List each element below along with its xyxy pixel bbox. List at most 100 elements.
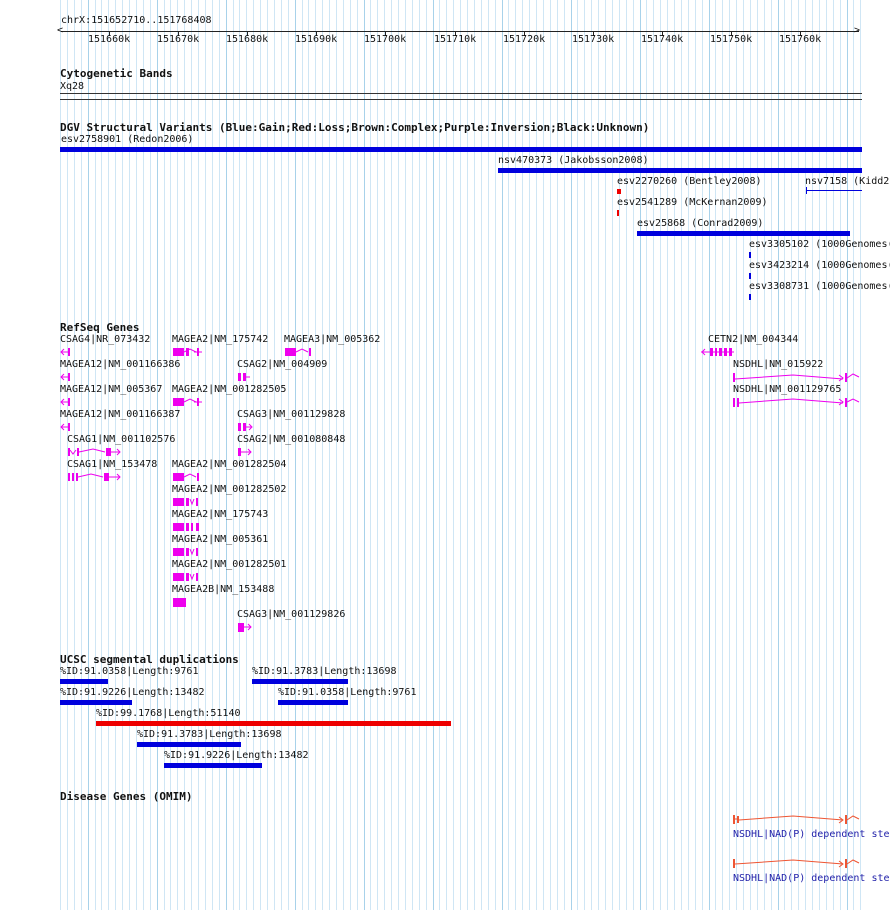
gridline: [419, 0, 420, 910]
dgv-variant-bar[interactable]: [498, 168, 862, 173]
ruler-tick-label: 151760k: [779, 34, 822, 45]
gridline: [226, 0, 227, 910]
gene-model[interactable]: [172, 496, 206, 508]
gene-label: MAGEA3|NM_005362: [284, 334, 381, 345]
gridline: [322, 0, 323, 910]
dgv-variant-bar[interactable]: [617, 210, 619, 216]
gridline: [495, 0, 496, 910]
gridline: [743, 0, 744, 910]
gridline: [826, 0, 827, 910]
gridline: [288, 0, 289, 910]
gene-label: CSAG1|NM_153478: [67, 459, 158, 470]
gene-model[interactable]: [237, 621, 255, 633]
gridline: [598, 0, 599, 910]
gene-model[interactable]: [172, 396, 206, 408]
gene-model[interactable]: [237, 421, 255, 433]
gridline: [502, 0, 503, 910]
gridline: [433, 0, 434, 910]
gene-model[interactable]: [60, 346, 74, 358]
gridline: [564, 0, 565, 910]
omim-track-title: Disease Genes (OMIM): [60, 790, 193, 803]
segdup-bar[interactable]: [60, 679, 108, 684]
dgv-variant-bar[interactable]: [60, 147, 862, 152]
dgv-variant-bar[interactable]: [637, 231, 850, 236]
gridline: [315, 0, 316, 910]
gene-model[interactable]: [172, 596, 188, 608]
gene-model[interactable]: [67, 471, 125, 483]
segdup-item-label: %ID:99.1768|Length:51140: [96, 708, 241, 719]
omim-gene-model[interactable]: [733, 813, 863, 825]
gridline: [819, 0, 820, 910]
gene-model[interactable]: [172, 571, 206, 583]
segdup-track-title: UCSC segmental duplications: [60, 653, 239, 666]
gridline: [543, 0, 544, 910]
ruler-tick-label: 151690k: [295, 34, 338, 45]
gridline: [233, 0, 234, 910]
gridline: [281, 0, 282, 910]
gridline: [591, 0, 592, 910]
gridline: [605, 0, 606, 910]
segdup-bar[interactable]: [252, 679, 348, 684]
ruler-coordinate-label: chrX:151652710..151768408: [61, 15, 212, 26]
gridline: [308, 0, 309, 910]
ruler-tick-label: 151740k: [641, 34, 684, 45]
segdup-bar[interactable]: [278, 700, 348, 705]
gene-label: MAGEA2|NM_005361: [172, 534, 269, 545]
gridline: [460, 0, 461, 910]
cytoband-label: Xq28: [60, 81, 85, 92]
omim-gene-model[interactable]: [733, 857, 863, 869]
ruler-tick-label: 151730k: [572, 34, 615, 45]
gridline: [722, 0, 723, 910]
gene-model[interactable]: [60, 371, 74, 383]
gene-model[interactable]: [284, 346, 316, 358]
gene-label: MAGEA12|NM_001166386: [60, 359, 181, 370]
cytoband-line-bottom: [60, 99, 862, 100]
gene-model[interactable]: [60, 421, 74, 433]
gridline: [757, 0, 758, 910]
gridline: [529, 0, 530, 910]
gridline: [198, 0, 199, 910]
segdup-bar[interactable]: [164, 763, 262, 768]
gene-label: CSAG2|NM_004909: [237, 359, 328, 370]
genome-browser-canvas[interactable]: chrX:151652710..151768408 < > 151660k 151…: [0, 0, 890, 910]
gridline: [764, 0, 765, 910]
gene-model[interactable]: [67, 446, 125, 458]
gene-model[interactable]: [733, 370, 863, 382]
gridline: [405, 0, 406, 910]
gene-model[interactable]: [733, 395, 863, 407]
ruler-tick-label: 151660k: [88, 34, 131, 45]
segdup-item-label: %ID:91.0358|Length:9761: [60, 666, 199, 677]
gridline: [557, 0, 558, 910]
gene-model[interactable]: [700, 346, 736, 358]
gridline: [709, 0, 710, 910]
gridline: [522, 0, 523, 910]
dgv-variant-bar[interactable]: [617, 189, 621, 194]
gene-label: MAGEA2|NM_001282501: [172, 559, 287, 570]
dgv-variant-bar[interactable]: [806, 190, 862, 191]
segdup-bar[interactable]: [137, 742, 241, 747]
gridline: [860, 0, 861, 910]
gridline: [715, 0, 716, 910]
dgv-variant-bar[interactable]: [749, 252, 751, 258]
gridline: [398, 0, 399, 910]
segdup-bar[interactable]: [60, 700, 132, 705]
gene-model[interactable]: [172, 521, 206, 533]
dgv-variant-bar[interactable]: [749, 294, 751, 300]
gene-label: CSAG4|NR_073432: [60, 334, 151, 345]
gene-label: CSAG3|NM_001129828: [237, 409, 346, 420]
segdup-bar[interactable]: [96, 721, 451, 726]
gridline: [833, 0, 834, 910]
gene-label: MAGEA2B|NM_153488: [172, 584, 275, 595]
gene-model[interactable]: [60, 396, 74, 408]
gene-model[interactable]: [237, 371, 253, 383]
gene-model[interactable]: [172, 346, 206, 358]
gene-model[interactable]: [172, 471, 206, 483]
gridline: [267, 0, 268, 910]
ruler-tick-label: 151670k: [157, 34, 200, 45]
gridline: [729, 0, 730, 910]
dgv-variant-bar[interactable]: [749, 273, 751, 279]
gridline: [771, 0, 772, 910]
gene-model[interactable]: [237, 446, 255, 458]
gene-model[interactable]: [172, 546, 206, 558]
gridline: [640, 0, 641, 910]
